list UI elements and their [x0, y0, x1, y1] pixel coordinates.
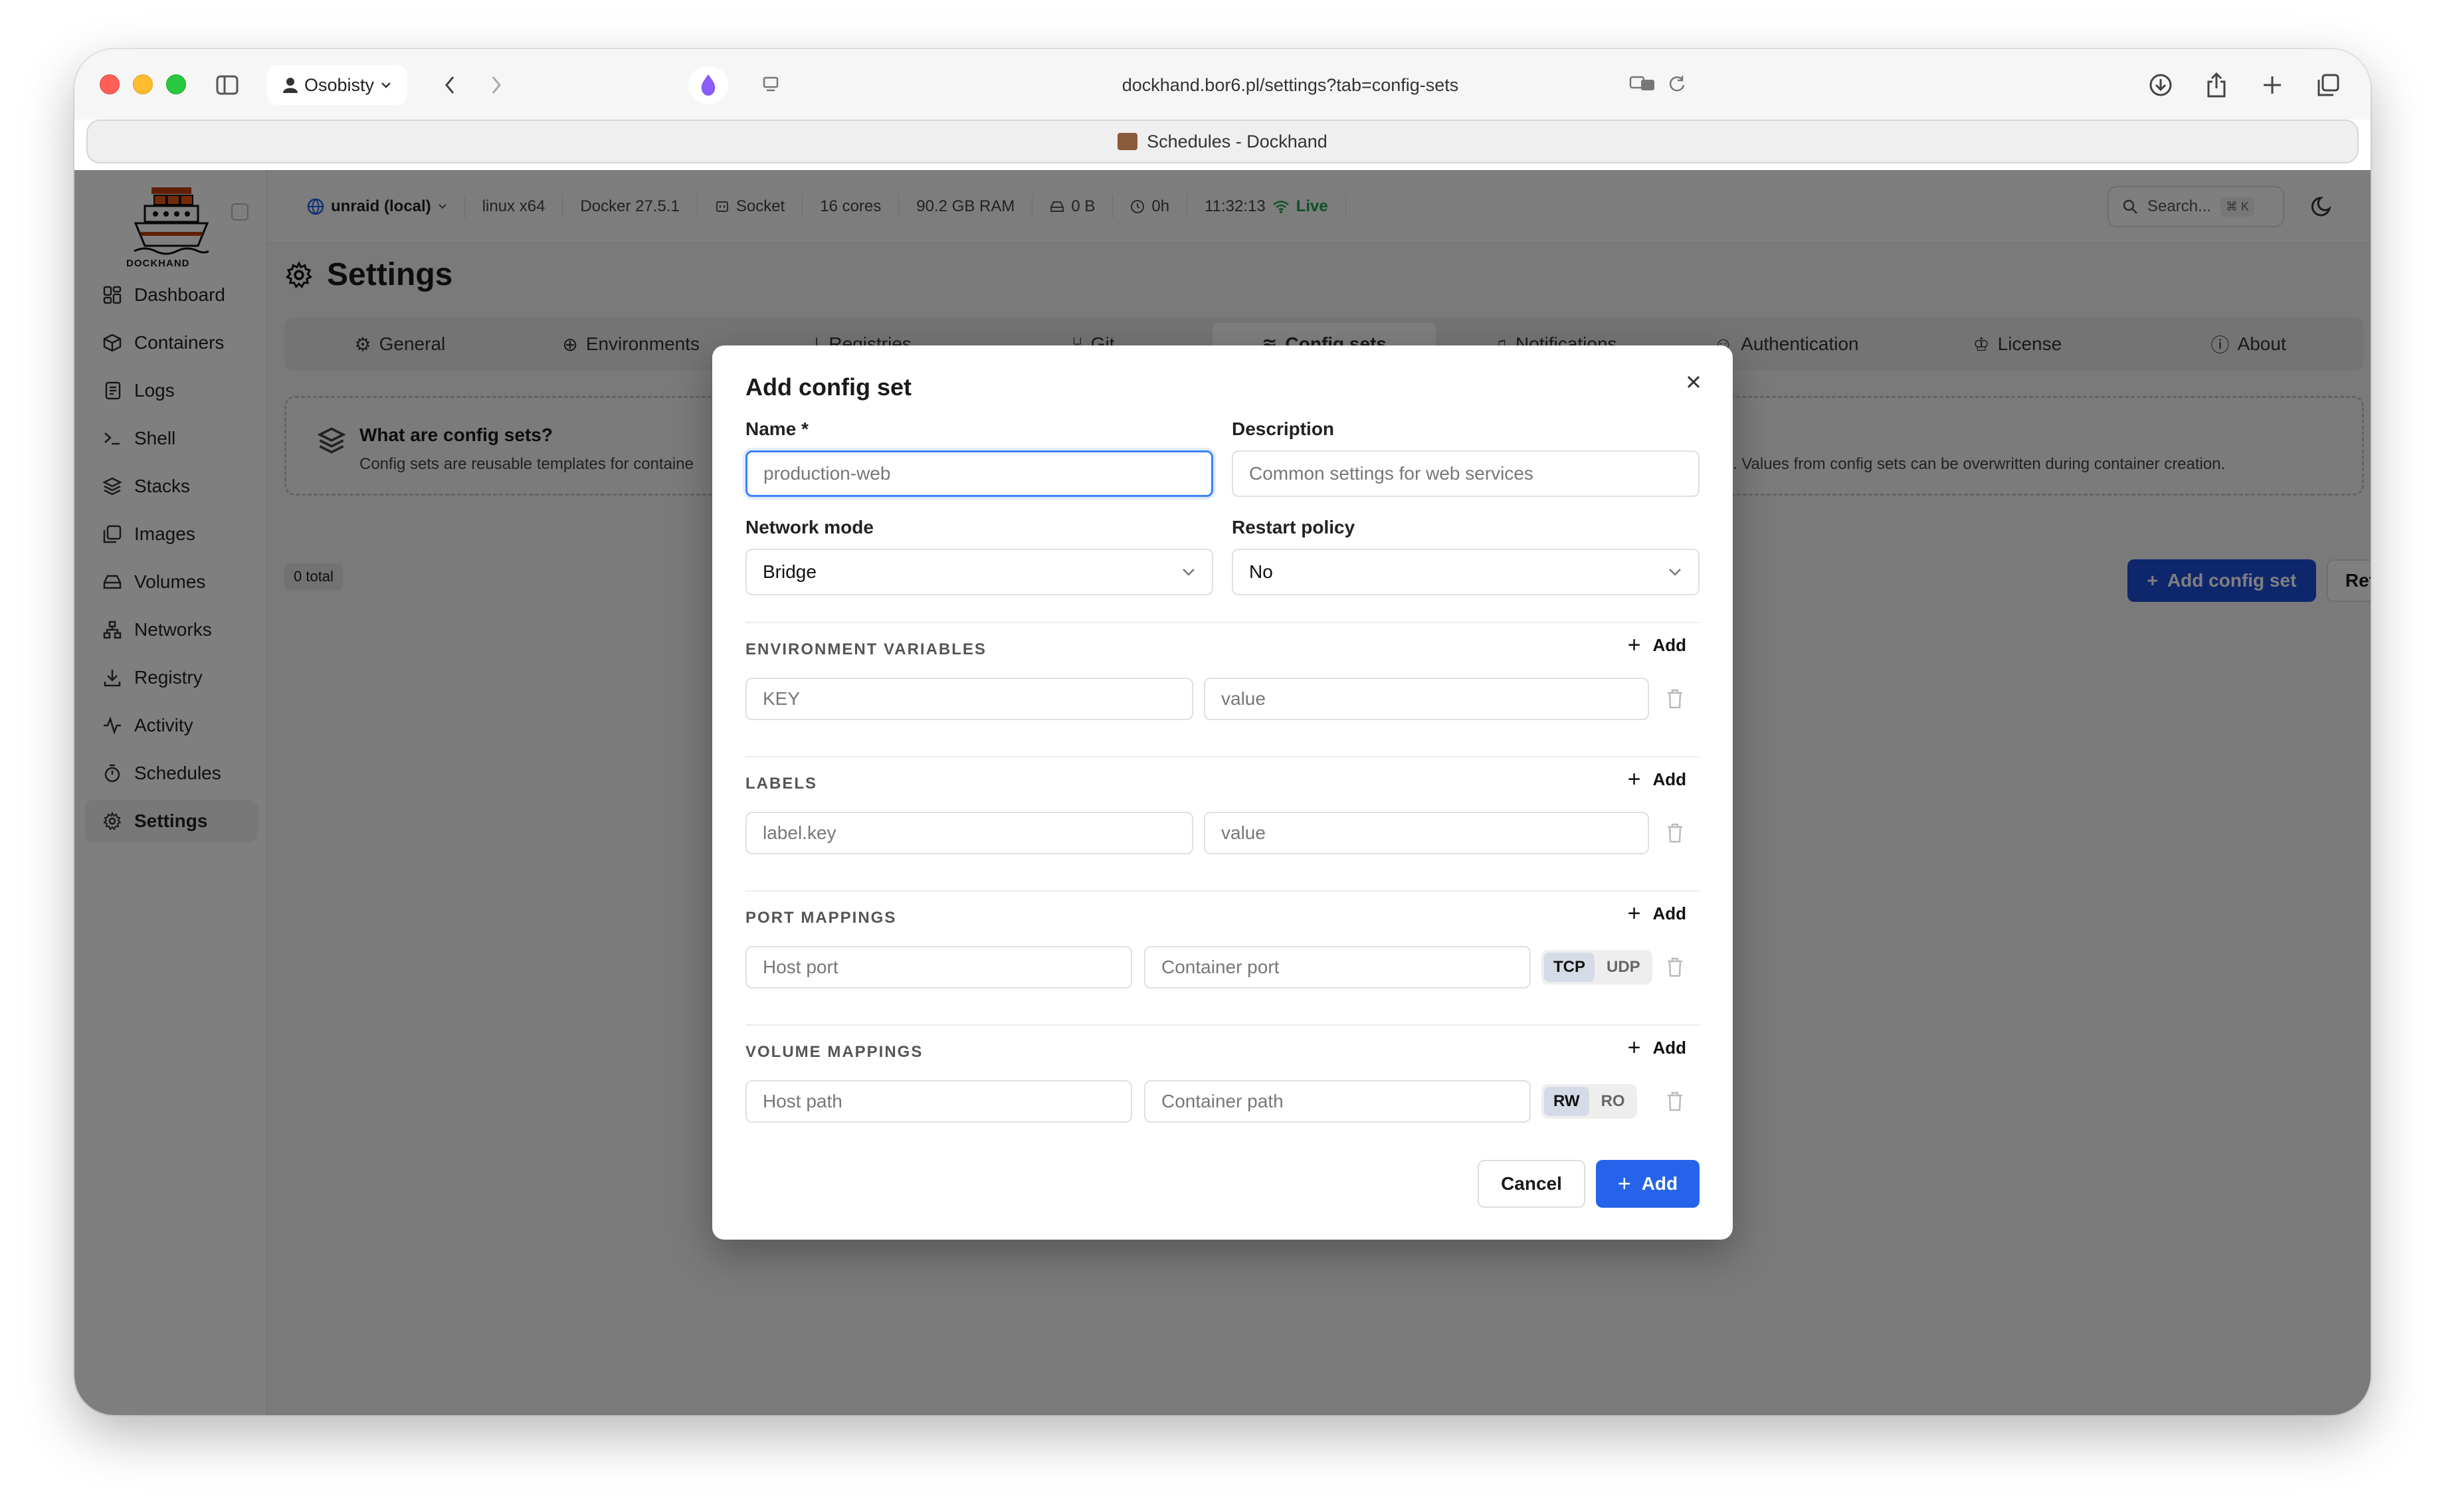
submit-add-label: Add: [1641, 1173, 1678, 1194]
trash-icon[interactable]: [1665, 957, 1685, 978]
divider: [745, 622, 1700, 623]
env-key-input[interactable]: KEY: [745, 678, 1193, 720]
description-label: Description: [1232, 419, 1335, 439]
add-label: Add: [1652, 635, 1686, 655]
add-label: Add: [1652, 769, 1686, 789]
description-input[interactable]: Common settings for web services: [1232, 450, 1700, 497]
env-value-input[interactable]: value: [1204, 678, 1649, 720]
add-config-set-dialog: Add config set Name * production-web Des…: [712, 345, 1733, 1240]
minimize-window-button[interactable]: [133, 74, 153, 94]
zoom-window-button[interactable]: [166, 74, 186, 94]
downloads-icon[interactable]: [2145, 69, 2177, 101]
divider: [745, 1024, 1700, 1026]
restart-policy-value: No: [1249, 561, 1273, 582]
favicon-icon: [1118, 133, 1138, 150]
container-path-input[interactable]: Container path: [1144, 1080, 1531, 1123]
browser-toolbar: Osobisty dockhand.bor6.pl/settings?tab=c…: [74, 49, 2371, 120]
network-mode-select[interactable]: Bridge: [745, 549, 1213, 595]
mount-mode-toggle: RW RO: [1541, 1084, 1637, 1119]
window-controls: [100, 74, 186, 94]
dialog-title: Add config set: [745, 373, 912, 401]
label-value-input[interactable]: value: [1204, 812, 1649, 854]
plus-icon: +: [1627, 1035, 1641, 1060]
name-input[interactable]: production-web: [745, 450, 1213, 497]
chevron-down-icon: [381, 82, 391, 88]
browser-tab[interactable]: Schedules - Dockhand: [86, 120, 2359, 163]
chevron-down-icon: [1669, 569, 1681, 576]
chevron-right-icon: [492, 76, 501, 94]
labels-section-title: LABELS: [745, 775, 817, 793]
port-mappings-section-title: PORT MAPPINGS: [745, 909, 897, 927]
mode-ro-option[interactable]: RO: [1592, 1087, 1634, 1116]
person-icon: [283, 78, 298, 93]
reader-icon[interactable]: [752, 66, 789, 104]
plus-icon: +: [1627, 632, 1641, 658]
container-port-input[interactable]: Container port: [1144, 946, 1531, 989]
volume-mappings-section-title: VOLUME MAPPINGS: [745, 1043, 924, 1061]
close-icon[interactable]: [1684, 372, 1704, 392]
trash-icon[interactable]: [1665, 822, 1685, 844]
protocol-toggle: TCP UDP: [1541, 950, 1652, 985]
mode-rw-option[interactable]: RW: [1544, 1087, 1589, 1116]
translate-icon[interactable]: [1629, 74, 1656, 98]
address-bar-actions: [1629, 74, 1686, 98]
add-port-mapping-button[interactable]: + Add: [1628, 901, 1686, 927]
share-icon[interactable]: [2200, 69, 2232, 101]
name-label: Name *: [745, 419, 809, 439]
divider: [745, 756, 1700, 757]
restart-policy-select[interactable]: No: [1232, 549, 1700, 595]
add-volume-mapping-button[interactable]: + Add: [1628, 1035, 1686, 1061]
env-vars-section-title: ENVIRONMENT VARIABLES: [745, 640, 987, 658]
cancel-button[interactable]: Cancel: [1478, 1160, 1585, 1208]
add-label: Add: [1652, 1038, 1686, 1058]
network-mode-label: Network mode: [745, 517, 874, 537]
browser-right-actions: [2145, 69, 2344, 101]
submit-add-button[interactable]: + Add: [1596, 1160, 1700, 1208]
browser-window: Osobisty dockhand.bor6.pl/settings?tab=c…: [74, 49, 2371, 1415]
profile-label: Osobisty: [304, 74, 375, 95]
plus-icon: +: [1627, 767, 1641, 792]
divider: [745, 890, 1700, 892]
network-mode-value: Bridge: [763, 561, 817, 582]
sidebar-toggle-icon[interactable]: [207, 66, 247, 104]
restart-policy-label: Restart policy: [1232, 517, 1355, 537]
protocol-tcp-option[interactable]: TCP: [1544, 953, 1595, 982]
new-tab-icon[interactable]: [2256, 69, 2288, 101]
protocol-udp-option[interactable]: UDP: [1597, 953, 1650, 982]
profile-button[interactable]: Osobisty: [267, 65, 408, 105]
host-path-input[interactable]: Host path: [745, 1080, 1132, 1123]
chevron-left-icon: [445, 76, 454, 94]
add-label: Add: [1652, 903, 1686, 923]
trash-icon[interactable]: [1665, 688, 1685, 709]
forward-button[interactable]: [480, 66, 513, 104]
label-key-input[interactable]: label.key: [745, 812, 1193, 854]
close-window-button[interactable]: [100, 74, 120, 94]
trash-icon[interactable]: [1665, 1091, 1685, 1112]
url-text: dockhand.bor6.pl/settings?tab=config-set…: [1122, 74, 1459, 95]
add-env-var-button[interactable]: + Add: [1628, 632, 1686, 658]
tab-title: Schedules - Dockhand: [1147, 131, 1327, 151]
back-button[interactable]: [433, 66, 466, 104]
add-label-button[interactable]: + Add: [1628, 767, 1686, 793]
reload-icon[interactable]: [1668, 74, 1686, 98]
chevron-down-icon: [1183, 569, 1195, 576]
plus-icon: +: [1617, 1171, 1631, 1196]
host-port-input[interactable]: Host port: [745, 946, 1132, 989]
extension-icon[interactable]: [688, 66, 728, 104]
plus-icon: +: [1627, 901, 1641, 926]
tab-overview-icon[interactable]: [2312, 69, 2344, 101]
